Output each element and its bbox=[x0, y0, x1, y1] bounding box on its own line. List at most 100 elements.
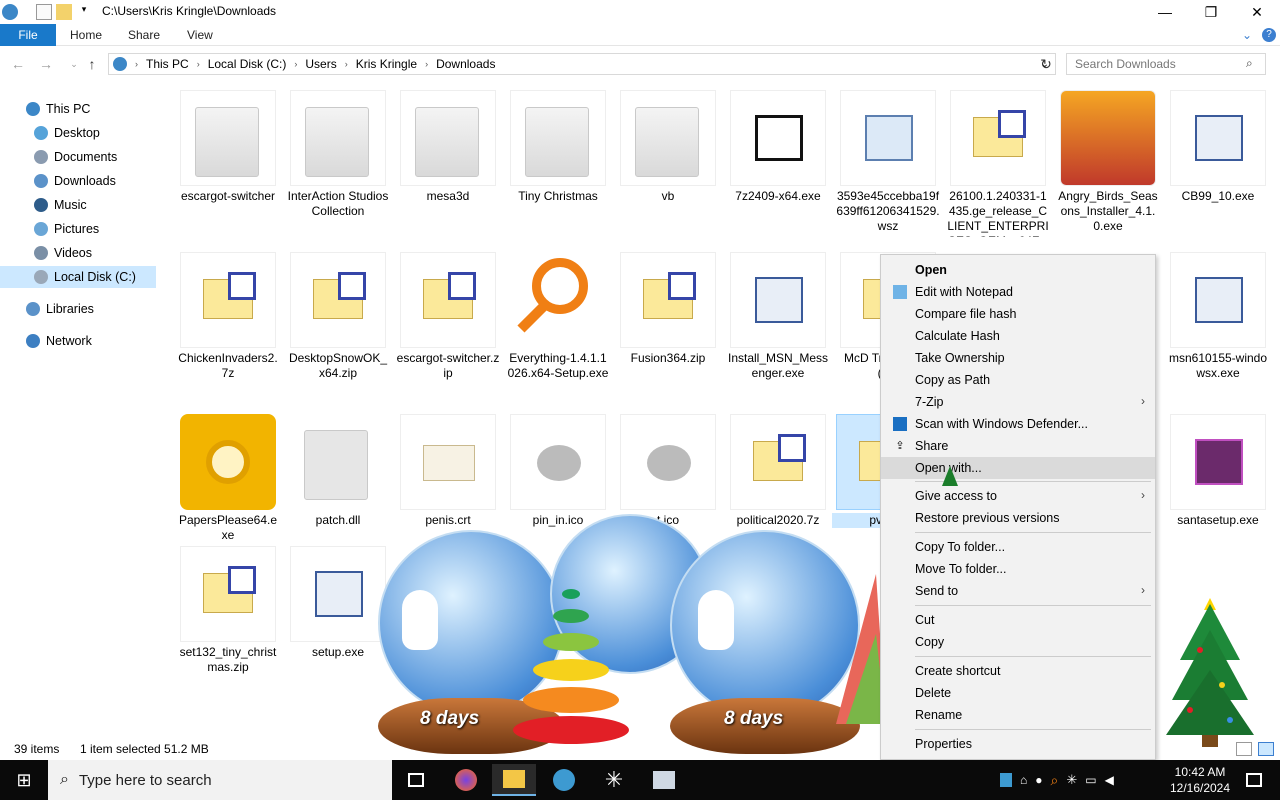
details-view-icon[interactable] bbox=[1236, 742, 1252, 756]
menu-item-open[interactable]: Open bbox=[881, 259, 1155, 281]
refresh-icon[interactable]: ↻ bbox=[1036, 54, 1056, 74]
tray-everything-icon[interactable]: ⌕ bbox=[1051, 772, 1059, 789]
menu-item-share[interactable]: ⇪ Share bbox=[881, 435, 1155, 457]
customize-toolbar-icon[interactable]: ▾ bbox=[76, 4, 92, 20]
file-item[interactable]: DesktopSnowOK_x64.zip bbox=[286, 248, 390, 381]
file-item[interactable]: msn610155-windowsx.exe bbox=[1166, 248, 1270, 381]
file-item[interactable]: Install_MSN_Messenger.exe bbox=[726, 248, 830, 381]
forward-arrow-icon[interactable]: → bbox=[36, 54, 56, 74]
file-item[interactable]: 26100.1.240331-1435.ge_release_CLIENT_EN… bbox=[946, 86, 1050, 237]
windows-start-icon[interactable]: ⊞ bbox=[0, 760, 48, 800]
menu-item-give-access-to[interactable]: Give access to › bbox=[881, 485, 1155, 507]
file-item[interactable]: Tiny Christmas bbox=[506, 86, 610, 204]
explorer-app-icon[interactable] bbox=[2, 4, 18, 20]
file-item[interactable]: 7z2409-x64.exe bbox=[726, 86, 830, 204]
ribbon-expand-chevron-icon[interactable]: ⌄ bbox=[1242, 28, 1252, 42]
help-icon[interactable]: ? bbox=[1262, 28, 1276, 42]
sidebar-item-libraries[interactable]: Libraries bbox=[0, 298, 156, 320]
file-item[interactable]: PapersPlease64.exe bbox=[176, 410, 280, 543]
sidebar-item-desktop[interactable]: Desktop bbox=[0, 122, 156, 144]
menu-item-take-ownership[interactable]: Take Ownership bbox=[881, 347, 1155, 369]
file-item[interactable]: 3593e45ccebba19f639ff61206341529.wsz bbox=[836, 86, 940, 234]
menu-item-copy-as-path[interactable]: Copy as Path bbox=[881, 369, 1155, 391]
large-icons-view-icon[interactable] bbox=[1258, 742, 1274, 756]
breadcrumb-users[interactable]: Users bbox=[305, 57, 336, 71]
file-item[interactable]: t.ico bbox=[616, 410, 720, 528]
sidebar-item-music[interactable]: Music bbox=[0, 194, 156, 216]
sidebar-item-network[interactable]: Network bbox=[0, 330, 156, 352]
file-tab[interactable]: File bbox=[0, 24, 56, 46]
screenshot-app-icon[interactable] bbox=[642, 764, 686, 796]
file-item[interactable]: santasetup.exe bbox=[1166, 410, 1270, 528]
tray-network-icon[interactable]: ⌂ bbox=[1020, 773, 1027, 787]
tray-monitor-icon[interactable]: ▭ bbox=[1085, 773, 1096, 787]
file-item[interactable]: Fusion364.zip bbox=[616, 248, 720, 366]
file-item[interactable]: pin_in.ico bbox=[506, 410, 610, 528]
notification-center-icon[interactable] bbox=[1234, 764, 1274, 796]
file-item[interactable]: patch.dll bbox=[286, 410, 390, 528]
file-item[interactable]: InterAction Studios Collection bbox=[286, 86, 390, 219]
menu-item-copy-to-folder[interactable]: Copy To folder... bbox=[881, 536, 1155, 558]
menu-item-scan-defender[interactable]: Scan with Windows Defender... bbox=[881, 413, 1155, 435]
snowflake-app-icon[interactable]: ✳ bbox=[592, 764, 636, 796]
up-arrow-icon[interactable]: ↑ bbox=[82, 54, 102, 74]
search-icon[interactable]: ⌕ bbox=[1246, 56, 1253, 71]
close-button[interactable]: ✕ bbox=[1234, 0, 1280, 24]
file-item[interactable]: political2020.7z bbox=[726, 410, 830, 528]
sidebar-item-local-disk[interactable]: Local Disk (C:) bbox=[0, 266, 156, 288]
file-item[interactable]: mesa3d bbox=[396, 86, 500, 204]
sidebar-item-this-pc[interactable]: This PC bbox=[0, 98, 156, 120]
breadcrumb-kris-kringle[interactable]: Kris Kringle bbox=[356, 57, 417, 71]
menu-item-restore-previous-versions[interactable]: Restore previous versions bbox=[881, 507, 1155, 529]
back-arrow-icon[interactable]: ← bbox=[8, 54, 28, 74]
menu-item-edit-with-notepad[interactable]: Edit with Notepad bbox=[881, 281, 1155, 303]
sidebar-item-documents[interactable]: Documents bbox=[0, 146, 156, 168]
file-item[interactable]: penis.crt bbox=[396, 410, 500, 528]
file-item[interactable]: CB99_10.exe bbox=[1166, 86, 1270, 204]
tray-drop-icon[interactable]: ● bbox=[1035, 773, 1042, 787]
file-item[interactable]: Everything-1.4.1.1026.x64-Setup.exe bbox=[506, 248, 610, 381]
menu-item-move-to-folder[interactable]: Move To folder... bbox=[881, 558, 1155, 580]
file-item[interactable]: Angry_Birds_Seasons_Installer_4.1.0.exe bbox=[1056, 86, 1160, 234]
file-item[interactable]: set132_tiny_christmas.zip bbox=[176, 542, 280, 675]
file-item[interactable]: vb bbox=[616, 86, 720, 204]
search-input[interactable]: Search Downloads bbox=[1066, 53, 1266, 75]
msn-messenger-icon[interactable] bbox=[542, 764, 586, 796]
breadcrumb-local-disk[interactable]: Local Disk (C:) bbox=[208, 57, 287, 71]
maximize-button[interactable]: ❐ bbox=[1188, 0, 1234, 24]
recent-locations-chevron-icon[interactable]: ⌄ bbox=[64, 54, 84, 74]
tab-home[interactable]: Home bbox=[70, 28, 102, 42]
breadcrumb-downloads[interactable]: Downloads bbox=[436, 57, 495, 71]
sidebar-item-pictures[interactable]: Pictures bbox=[0, 218, 156, 240]
properties-icon[interactable] bbox=[36, 4, 52, 20]
menu-item-copy[interactable]: Copy bbox=[881, 631, 1155, 653]
address-bar[interactable]: › This PC › Local Disk (C:) › Users › Kr… bbox=[108, 53, 1056, 75]
task-view-icon[interactable] bbox=[394, 764, 438, 796]
tray-volume-icon[interactable]: ◀ bbox=[1105, 773, 1114, 787]
menu-item-calculate-hash[interactable]: Calculate Hash bbox=[881, 325, 1155, 347]
file-item[interactable]: ChickenInvaders2.7z bbox=[176, 248, 280, 381]
menu-item-open-with[interactable]: Open with... bbox=[881, 457, 1155, 479]
sidebar-item-videos[interactable]: Videos bbox=[0, 242, 156, 264]
menu-item-delete[interactable]: Delete bbox=[881, 682, 1155, 704]
tab-share[interactable]: Share bbox=[128, 28, 160, 42]
file-item[interactable]: escargot-switcher.zip bbox=[396, 248, 500, 381]
menu-item-create-shortcut[interactable]: Create shortcut bbox=[881, 660, 1155, 682]
file-explorer-icon[interactable] bbox=[492, 764, 536, 796]
new-folder-icon[interactable] bbox=[56, 4, 72, 20]
menu-item-cut[interactable]: Cut bbox=[881, 609, 1155, 631]
breadcrumb-this-pc[interactable]: This PC bbox=[146, 57, 189, 71]
menu-item-rename[interactable]: Rename bbox=[881, 704, 1155, 726]
menu-item-7zip[interactable]: 7-Zip › bbox=[881, 391, 1155, 413]
sidebar-item-downloads[interactable]: Downloads bbox=[0, 170, 156, 192]
menu-item-compare-file-hash[interactable]: Compare file hash bbox=[881, 303, 1155, 325]
taskbar-search-input[interactable]: ⌕ Type here to search bbox=[48, 760, 392, 800]
firefox-icon[interactable] bbox=[444, 764, 488, 796]
tray-snowflake-icon[interactable]: ✳ bbox=[1066, 772, 1077, 788]
minimize-button[interactable]: — bbox=[1142, 0, 1188, 24]
file-item[interactable]: escargot-switcher bbox=[176, 86, 280, 204]
taskbar-clock[interactable]: 10:42 AM 12/16/2024 bbox=[1160, 764, 1240, 796]
tab-view[interactable]: View bbox=[187, 28, 213, 42]
tray-app-icon[interactable] bbox=[1000, 773, 1012, 787]
menu-item-send-to[interactable]: Send to › bbox=[881, 580, 1155, 602]
